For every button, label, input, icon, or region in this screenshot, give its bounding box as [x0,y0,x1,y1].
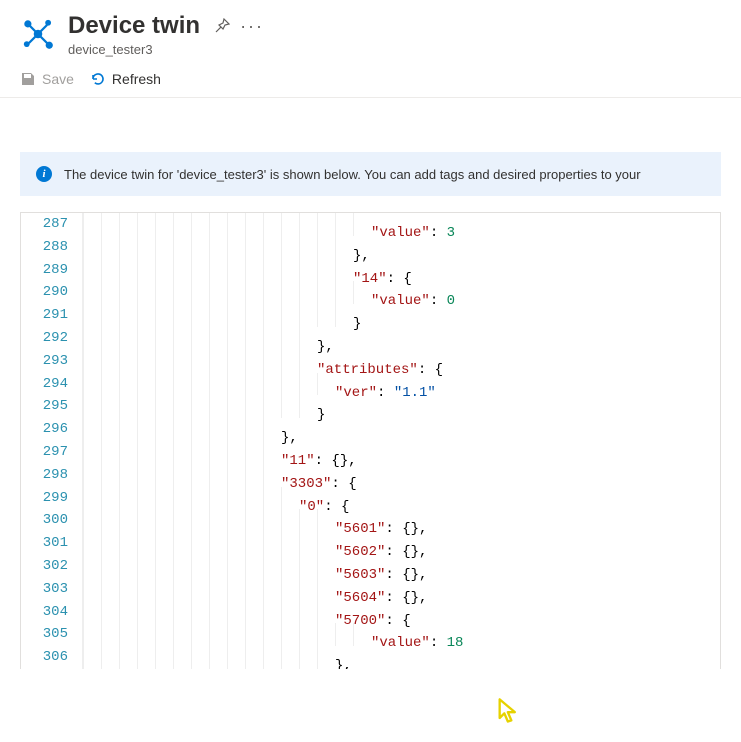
refresh-icon [90,71,106,87]
line-number: 295 [21,395,83,418]
code-content: "11": {}, [83,441,357,464]
info-icon: i [36,166,52,182]
line-number: 301 [21,532,83,555]
line-number: 306 [21,646,83,669]
line-number: 304 [21,601,83,624]
mouse-cursor-icon [495,697,523,725]
code-line[interactable]: 301"5602": {}, [21,532,720,555]
code-content: }, [83,327,334,350]
code-line[interactable]: 305"value": 18 [21,623,720,646]
line-number: 305 [21,623,83,646]
code-content: "5604": {}, [83,578,427,601]
code-line[interactable]: 293"attributes": { [21,350,720,373]
code-line[interactable]: 303"5604": {}, [21,578,720,601]
code-line[interactable]: 292}, [21,327,720,350]
code-content: "value": 18 [83,623,463,646]
info-banner: i The device twin for 'device_tester3' i… [20,152,721,196]
code-line[interactable]: 287"value": 3 [21,213,720,236]
page-subtitle: device_tester3 [68,42,721,57]
code-content: "5601": {}, [83,509,427,532]
code-content: "value": 3 [83,213,455,236]
line-number: 294 [21,373,83,396]
code-content: }, [83,646,352,669]
toolbar: Save Refresh [0,65,741,98]
line-number: 288 [21,236,83,259]
line-number: 292 [21,327,83,350]
line-number: 289 [21,259,83,282]
line-number: 291 [21,304,83,327]
code-content: "3303": { [83,464,357,487]
refresh-button[interactable]: Refresh [90,71,161,87]
save-button: Save [20,71,74,87]
line-number: 297 [21,441,83,464]
line-number: 300 [21,509,83,532]
device-twin-icon [20,16,56,52]
line-number: 290 [21,281,83,304]
code-line[interactable]: 294"ver": "1.1" [21,373,720,396]
code-content: } [83,395,325,418]
code-line[interactable]: 289"14": { [21,259,720,282]
code-line[interactable]: 304"5700": { [21,601,720,624]
code-line[interactable]: 298"3303": { [21,464,720,487]
line-number: 303 [21,578,83,601]
code-line[interactable]: 297"11": {}, [21,441,720,464]
line-number: 299 [21,487,83,510]
more-icon[interactable]: ··· [244,18,260,34]
code-content: "0": { [83,487,349,510]
code-content: }, [83,418,298,441]
info-banner-text: The device twin for 'device_tester3' is … [64,167,641,182]
line-number: 302 [21,555,83,578]
line-number: 293 [21,350,83,373]
code-line[interactable]: 290"value": 0 [21,281,720,304]
code-line[interactable]: 300"5601": {}, [21,509,720,532]
page-header: Device twin ··· device_tester3 [0,0,741,65]
code-content: "14": { [83,259,412,282]
code-editor[interactable]: 287"value": 3288},289"14": {290"value": … [20,212,721,669]
line-number: 298 [21,464,83,487]
code-line[interactable]: 302"5603": {}, [21,555,720,578]
refresh-label: Refresh [112,71,161,87]
code-line[interactable]: 299"0": { [21,487,720,510]
code-content: }, [83,236,370,259]
line-number: 287 [21,213,83,236]
code-content: "5603": {}, [83,555,427,578]
page-title: Device twin [68,12,200,40]
code-content: "ver": "1.1" [83,373,436,396]
code-content: "value": 0 [83,281,455,304]
code-content: "5602": {}, [83,532,427,555]
code-content: "attributes": { [83,350,443,373]
code-content: "5700": { [83,601,411,624]
code-content: } [83,304,361,327]
pin-icon[interactable] [214,18,230,34]
save-label: Save [42,71,74,87]
code-line[interactable]: 296}, [21,418,720,441]
save-icon [20,71,36,87]
line-number: 296 [21,418,83,441]
